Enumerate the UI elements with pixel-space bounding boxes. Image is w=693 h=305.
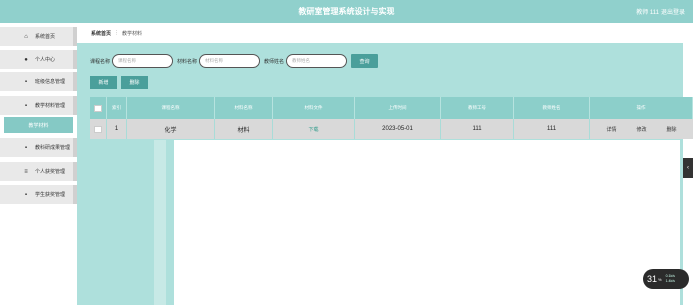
search-form: 课程名称 课程名称 材料名称 材料名称 教师姓名 教师姓名 查询 xyxy=(90,54,379,68)
search-button[interactable]: 查询 xyxy=(351,54,379,68)
row-select-cell xyxy=(90,119,107,139)
user-icon: ● xyxy=(24,56,28,63)
teacher-name-cell: 111 xyxy=(514,119,590,139)
sidebar-item-label: 教学材料 xyxy=(28,122,49,129)
row-checkbox[interactable] xyxy=(94,125,102,133)
table-scroll-strip xyxy=(154,140,166,305)
select-all-checkbox[interactable] xyxy=(94,104,102,112)
grid-icon: ▪ xyxy=(24,78,28,85)
delete-button[interactable]: 删除 xyxy=(121,76,148,89)
material-search-input[interactable]: 材料名称 xyxy=(199,54,261,68)
select-all-cell xyxy=(90,97,107,119)
home-icon: ⌂ xyxy=(24,33,28,40)
sidebar-item-research-results[interactable]: ▪ 教科研成果管理 xyxy=(0,138,77,157)
detail-button[interactable]: 详情 xyxy=(606,126,616,133)
grid-icon: ▪ xyxy=(24,102,28,109)
network-speed-widget: 31 % 0.1k/s 1.4k/s xyxy=(643,269,689,289)
table-row: 1 化学 材料 下载 2023-05-01 111 111 详情 修改 删除 xyxy=(90,119,693,139)
sidebar-item-material-mgmt[interactable]: ▪ 教学材料管理 xyxy=(0,96,77,115)
column-header: 教师姓名 xyxy=(514,97,590,119)
sidebar-subitem-materials[interactable]: 教学材料 xyxy=(4,117,73,133)
file-cell: 下载 xyxy=(273,119,355,139)
sidebar-item-profile[interactable]: ● 个人中心 xyxy=(0,50,77,69)
sidebar-item-label: 学生获奖管理 xyxy=(35,192,66,198)
upload-rate: 0.1k/s xyxy=(665,274,675,278)
operations-cell: 详情 修改 删除 xyxy=(590,119,693,139)
main-content: 系统首页 ⋮ 教学材料 课程名称 课程名称 材料名称 材料名称 教师姓名 教师姓… xyxy=(77,23,693,305)
materials-table: 索引 课程名称 材料名称 材料文件 上传时间 教师工号 教师姓名 操作 1 化学… xyxy=(90,97,693,139)
user-name: 教师 111 xyxy=(636,10,659,16)
index-cell: 1 xyxy=(107,119,127,139)
logout-link[interactable]: 退出登录 xyxy=(661,7,685,16)
widget-unit: % xyxy=(658,276,662,282)
column-header: 操作 xyxy=(590,97,693,119)
breadcrumb-current: 教学材料 xyxy=(122,30,143,37)
row-delete-button[interactable]: 删除 xyxy=(667,126,677,133)
column-header: 材料文件 xyxy=(273,97,355,119)
sidebar-item-label: 系统首页 xyxy=(35,34,56,40)
course-cell: 化学 xyxy=(127,119,215,139)
list-icon: ≡ xyxy=(24,168,28,175)
sidebar-item-student-awards[interactable]: ▪ 学生获奖管理 xyxy=(0,185,77,204)
sidebar-item-personal-awards[interactable]: ≡ 个人获奖管理 xyxy=(0,162,77,181)
side-collapse-tab[interactable]: ‹ xyxy=(683,158,693,178)
course-label: 课程名称 xyxy=(90,58,111,65)
upload-date-cell: 2023-05-01 xyxy=(355,119,441,139)
table-header: 索引 课程名称 材料名称 材料文件 上传时间 教师工号 教师姓名 操作 xyxy=(90,97,693,119)
column-header: 课程名称 xyxy=(127,97,215,119)
breadcrumb-separator: ⋮ xyxy=(114,30,120,36)
material-label: 材料名称 xyxy=(177,58,198,65)
teacher-search-input[interactable]: 教师姓名 xyxy=(286,54,348,68)
sidebar: ⌂ 系统首页 ● 个人中心 ▪ 班级信息管理 ▪ 教学材料管理 教学材料 ▪ 教… xyxy=(0,23,77,305)
sidebar-item-label: 个人获奖管理 xyxy=(35,169,66,175)
grid-icon: ▪ xyxy=(24,144,28,151)
column-header: 材料名称 xyxy=(215,97,273,119)
breadcrumb-home[interactable]: 系统首页 xyxy=(91,30,111,37)
sidebar-item-label: 教科研成果管理 xyxy=(35,145,71,151)
edit-button[interactable]: 修改 xyxy=(636,126,646,133)
top-header: 教研室管理系统设计与实现 教师 111 退出登录 xyxy=(0,0,693,23)
teacher-label: 教师姓名 xyxy=(264,58,285,65)
sidebar-item-label: 班级信息管理 xyxy=(35,79,66,85)
sidebar-item-label: 教学材料管理 xyxy=(35,103,66,109)
material-cell: 材料 xyxy=(215,119,273,139)
course-search-input[interactable]: 课程名称 xyxy=(112,54,174,68)
add-button[interactable]: 新增 xyxy=(90,76,117,89)
download-link[interactable]: 下载 xyxy=(308,126,318,133)
column-header: 索引 xyxy=(107,97,127,119)
app-title: 教研室管理系统设计与实现 xyxy=(298,7,395,16)
widget-value: 31 xyxy=(647,274,658,284)
sidebar-item-label: 个人中心 xyxy=(35,57,56,63)
grid-icon: ▪ xyxy=(24,191,28,198)
download-rate: 1.4k/s xyxy=(665,279,675,283)
breadcrumb: 系统首页 ⋮ 教学材料 xyxy=(77,23,693,43)
sidebar-item-class-info[interactable]: ▪ 班级信息管理 xyxy=(0,72,77,91)
teacher-id-cell: 111 xyxy=(441,119,514,139)
column-header: 教师工号 xyxy=(441,97,514,119)
column-header: 上传时间 xyxy=(355,97,441,119)
empty-table-area xyxy=(174,140,680,305)
widget-rates: 0.1k/s 1.4k/s xyxy=(666,274,675,284)
sidebar-item-home[interactable]: ⌂ 系统首页 xyxy=(0,27,77,46)
